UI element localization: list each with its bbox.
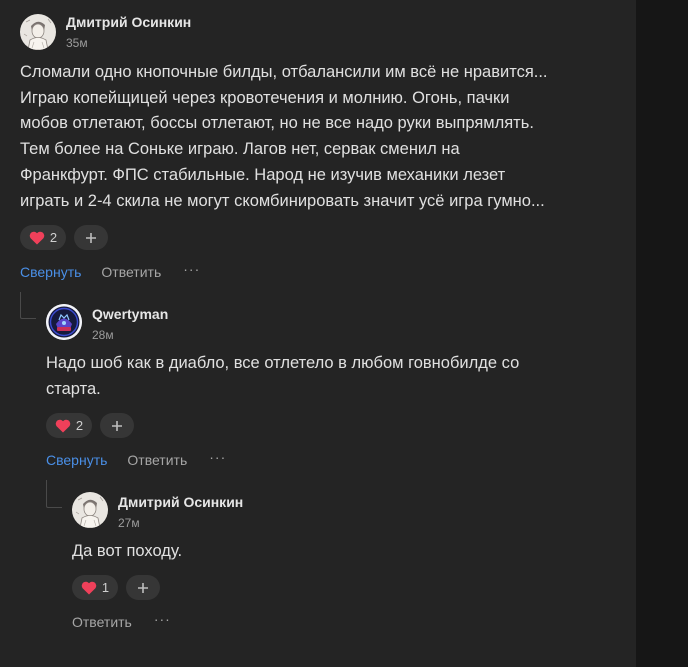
sketch-portrait-avatar-icon: [20, 14, 56, 50]
sketch-portrait-avatar-icon: [72, 492, 108, 528]
comment-reply: Qwertyman 28м Надо шоб как в диабло, все…: [0, 290, 636, 480]
reply-button[interactable]: Ответить: [72, 614, 132, 630]
comment-text-line: старта.: [46, 379, 101, 398]
comment-timestamp[interactable]: 35м: [66, 36, 88, 50]
add-reaction-button[interactable]: [126, 575, 160, 600]
page: Дмитрий Осинкин 35м Сломали одно кнопочн…: [0, 0, 688, 667]
comment-timestamp[interactable]: 28м: [92, 328, 114, 342]
game-emblem-avatar-icon: [46, 304, 82, 340]
comment-text-line: Тем более на Соньке играю. Лагов нет, се…: [20, 140, 460, 159]
comment-author[interactable]: Дмитрий Осинкин: [66, 14, 191, 30]
reply-button[interactable]: Ответить: [127, 452, 187, 468]
like-count: 1: [101, 580, 110, 595]
comment-text-line: играть и 2-4 скила не могут скомбинирова…: [20, 191, 545, 210]
comment-text-line: Сломали одно кнопочные билды, отбалансил…: [20, 63, 548, 81]
comment-actions: Свернуть Ответить ···: [46, 450, 226, 468]
comment-actions: Свернуть Ответить ···: [20, 262, 200, 280]
comment-text: Надо шоб как в диабло, все отлетело в лю…: [46, 351, 519, 402]
more-options-button[interactable]: ···: [183, 262, 200, 276]
like-reaction-button[interactable]: 1: [72, 575, 118, 600]
collapse-button[interactable]: Свернуть: [46, 452, 107, 468]
collapse-button[interactable]: Свернуть: [20, 264, 81, 280]
comment-root: Дмитрий Осинкин 35м Сломали одно кнопочн…: [0, 0, 636, 290]
comment-text-line: Играю копейщицей через кровотечения и мо…: [20, 88, 510, 107]
plus-icon: [86, 232, 96, 243]
comment-text-line: мобов отлетают, боссы отлетают, но не вс…: [20, 114, 534, 133]
comment-text-line: Надо шоб как в диабло, все отлетело в лю…: [46, 354, 520, 372]
comment-author[interactable]: Дмитрий Осинкин: [118, 494, 243, 510]
comment-text: Сломали одно кнопочные билды, отбалансил…: [20, 60, 548, 214]
like-count: 2: [75, 418, 84, 433]
add-reaction-button[interactable]: [100, 413, 134, 438]
reply-button[interactable]: Ответить: [101, 264, 161, 280]
plus-icon: [112, 420, 122, 431]
avatar[interactable]: [20, 14, 56, 50]
comment-text: Да вот походу.: [72, 539, 182, 565]
like-reaction-button[interactable]: 2: [20, 225, 66, 250]
like-count: 2: [49, 230, 58, 245]
add-reaction-button[interactable]: [74, 225, 108, 250]
comment-text-line: Франкфурт. ФПС стабильные. Народ не изуч…: [20, 165, 506, 184]
more-options-button[interactable]: ···: [154, 612, 171, 626]
right-sidebar-background: [636, 0, 688, 667]
heart-icon: [29, 231, 45, 244]
comment-timestamp[interactable]: 27м: [118, 516, 140, 530]
heart-icon: [55, 419, 71, 432]
comment-thread: Дмитрий Осинкин 35м Сломали одно кнопочн…: [0, 0, 636, 667]
avatar[interactable]: [72, 492, 108, 528]
plus-icon: [138, 582, 148, 593]
comment-actions: Ответить ···: [72, 612, 171, 630]
more-options-button[interactable]: ···: [209, 450, 226, 464]
comment-author[interactable]: Qwertyman: [92, 306, 168, 322]
comment-reply: Дмитрий Осинкин 27м Да вот походу. 1 Отв…: [0, 478, 636, 667]
like-reaction-button[interactable]: 2: [46, 413, 92, 438]
avatar[interactable]: [46, 304, 82, 340]
comment-text-line: Да вот походу.: [72, 542, 183, 560]
heart-icon: [81, 581, 97, 594]
